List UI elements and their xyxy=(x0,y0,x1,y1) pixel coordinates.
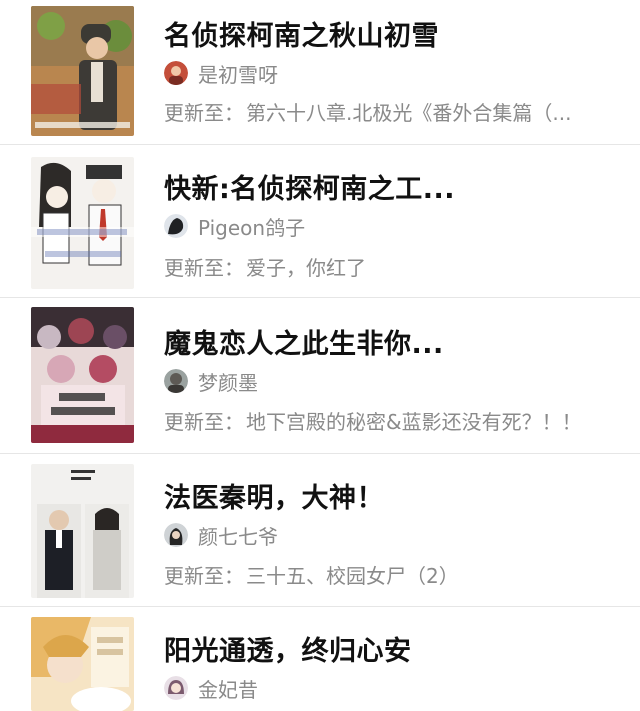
book-title[interactable]: 法医秦明，大神！ xyxy=(164,476,616,515)
book-cover-image[interactable] xyxy=(31,157,134,289)
book-list-item[interactable]: 名侦探柯南之秋山初雪 是初雪呀 更新至： 第六十八章.北极光《番外合集篇（... xyxy=(0,0,640,145)
update-chapter: 三十五、校园女尸（2） xyxy=(246,564,459,588)
author-avatar-icon xyxy=(164,523,188,547)
sunshine-cover-icon xyxy=(31,617,134,711)
book-list-item[interactable]: 快新:名侦探柯南之工... Pigeon鸽子 更新至： 爱子，你红了 xyxy=(0,145,640,298)
book-title[interactable]: 阳光通透，终归心安 xyxy=(164,629,616,668)
author-row[interactable]: 颜七七爷 xyxy=(164,520,616,550)
book-list-item[interactable]: 魔鬼恋人之此生非你... 梦颜墨 更新至： 地下宫殿的秘密&蓝影还没有死？！！ xyxy=(0,298,640,454)
update-status: 更新至： 三十五、校园女尸（2） xyxy=(164,560,616,589)
detective-conan-cover-icon xyxy=(31,6,134,136)
update-chapter: 地下宫殿的秘密&蓝影还没有死？！！ xyxy=(246,410,582,434)
update-prefix: 更新至： xyxy=(164,256,244,280)
author-avatar-icon xyxy=(164,61,188,85)
book-cover-image[interactable] xyxy=(31,307,134,443)
book-title[interactable]: 名侦探柯南之秋山初雪 xyxy=(164,14,616,53)
book-cover-image[interactable] xyxy=(31,6,134,136)
book-cover-image[interactable] xyxy=(31,617,134,711)
update-prefix: 更新至： xyxy=(164,564,244,588)
author-name: Pigeon鸽子 xyxy=(198,215,306,240)
author-name: 颜七七爷 xyxy=(198,524,278,549)
book-cover-image[interactable] xyxy=(31,464,134,598)
author-avatar-icon xyxy=(164,676,188,700)
book-list: 名侦探柯南之秋山初雪 是初雪呀 更新至：第六十八章.北极光《番外合集篇（... xyxy=(0,0,640,711)
book-list-item[interactable]: 法医秦明，大神！ 颜七七爷 更新至： 三十五、校园女尸（2） xyxy=(0,454,640,607)
update-status: 更新至： 爱子，你红了 xyxy=(164,252,616,281)
diabolik-lovers-cover-icon xyxy=(31,307,134,443)
update-status: 更新至： 第六十八章.北极光《番外合集篇（... xyxy=(164,97,616,126)
author-avatar-icon xyxy=(164,369,188,393)
book-title[interactable]: 快新:名侦探柯南之工... xyxy=(164,167,616,206)
author-row[interactable]: 是初雪呀 xyxy=(164,58,616,88)
update-prefix: 更新至： xyxy=(164,101,244,125)
kaishin-cover-icon xyxy=(31,157,134,289)
author-name: 梦颜墨 xyxy=(198,370,258,395)
author-row[interactable]: Pigeon鸽子 xyxy=(164,211,616,241)
update-prefix: 更新至： xyxy=(164,410,244,434)
book-title[interactable]: 魔鬼恋人之此生非你... xyxy=(164,322,616,361)
update-chapter: 第六十八章.北极光《番外合集篇（... xyxy=(246,101,572,125)
update-chapter: 爱子，你红了 xyxy=(246,256,366,280)
author-avatar-icon xyxy=(164,214,188,238)
update-status: 更新至： 地下宫殿的秘密&蓝影还没有死？！！ xyxy=(164,406,616,435)
author-row[interactable]: 金妃昔 xyxy=(164,673,616,703)
author-row[interactable]: 梦颜墨 xyxy=(164,366,616,396)
book-list-item[interactable]: 阳光通透，终归心安 金妃昔 xyxy=(0,607,640,711)
author-name: 是初雪呀 xyxy=(198,62,278,87)
author-name: 金妃昔 xyxy=(198,677,258,702)
forensic-qinming-cover-icon xyxy=(31,464,134,598)
